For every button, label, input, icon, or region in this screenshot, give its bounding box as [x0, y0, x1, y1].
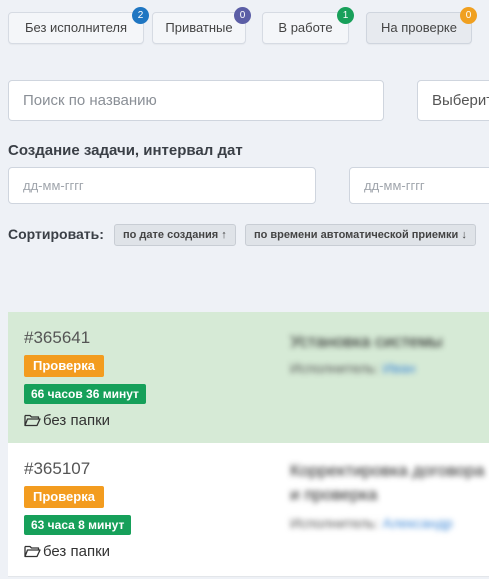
tab-on-review[interactable]: На проверке 0 — [366, 7, 477, 44]
status-badge: Проверка — [24, 486, 104, 508]
folder-label: без папки — [24, 543, 110, 562]
sort-by-auto-accept-button[interactable]: по времени автоматической приемки ↓ — [245, 224, 476, 246]
date-to-field[interactable]: дд-мм-гггг — [349, 167, 489, 204]
select-value: Выберит — [432, 92, 489, 109]
folder-name: без папки — [43, 543, 111, 560]
tab-label: На проверке — [380, 20, 457, 35]
tab-private[interactable]: Приватные 0 — [152, 7, 251, 44]
timer-badge: 63 часа 8 минут — [24, 515, 132, 535]
task-id[interactable]: #365641 — [24, 328, 90, 348]
status-tabs: Без исполнителя 2 Приватные 0 В работе 1… — [0, 7, 489, 46]
task-id[interactable]: #365107 — [24, 459, 90, 479]
assignee-prefix: Исполнитель: — [290, 515, 379, 531]
date-from-field[interactable]: дд-мм-гггг — [8, 167, 316, 204]
count-badge: 2 — [132, 7, 149, 24]
folder-open-icon — [24, 544, 41, 562]
folder-name: без папки — [43, 412, 111, 429]
tab-unassigned[interactable]: Без исполнителя 2 — [8, 7, 149, 44]
status-badge: Проверка — [24, 355, 104, 377]
sort-by-created-button[interactable]: по дате создания ↑ — [114, 224, 236, 246]
assignee-prefix: Исполнитель: — [290, 360, 379, 376]
task-title-line-2[interactable]: и проверка — [290, 485, 377, 505]
tab-label: Приватные — [165, 20, 233, 35]
date-interval-label: Создание задачи, интервал дат — [8, 142, 243, 159]
date-from-placeholder: дд-мм-гггг — [23, 178, 84, 193]
tab-label: Без исполнителя — [24, 20, 128, 35]
task-assignee: Исполнитель: Александр — [290, 515, 453, 531]
search-placeholder: Поиск по названию — [23, 92, 157, 109]
filter-select[interactable]: Выберит — [417, 80, 489, 121]
timer-badge: 66 часов 36 минут — [24, 384, 146, 404]
task-title[interactable]: Установка системы — [290, 332, 443, 352]
count-badge: 0 — [234, 7, 251, 24]
tab-in-progress[interactable]: В работе 1 — [262, 7, 354, 44]
task-card[interactable]: #365107 Проверка 63 часа 8 минут без пап… — [8, 443, 489, 577]
tasks-page: Без исполнителя 2 Приватные 0 В работе 1… — [0, 0, 489, 579]
sort-label: Сортировать: — [8, 226, 104, 242]
tab-label: В работе — [278, 20, 333, 35]
folder-open-icon — [24, 413, 41, 431]
task-assignee: Исполнитель: Иван — [290, 360, 416, 376]
assignee-link[interactable]: Иван — [383, 360, 416, 376]
assignee-link[interactable]: Александр — [383, 515, 453, 531]
search-input[interactable]: Поиск по названию — [8, 80, 384, 121]
count-badge: 0 — [460, 7, 477, 24]
date-to-placeholder: дд-мм-гггг — [364, 178, 425, 193]
task-title[interactable]: Корректировка договора — [290, 461, 484, 481]
task-card[interactable]: #365641 Проверка 66 часов 36 минут без п… — [8, 312, 489, 443]
folder-label: без папки — [24, 412, 110, 431]
count-badge: 1 — [337, 7, 354, 24]
